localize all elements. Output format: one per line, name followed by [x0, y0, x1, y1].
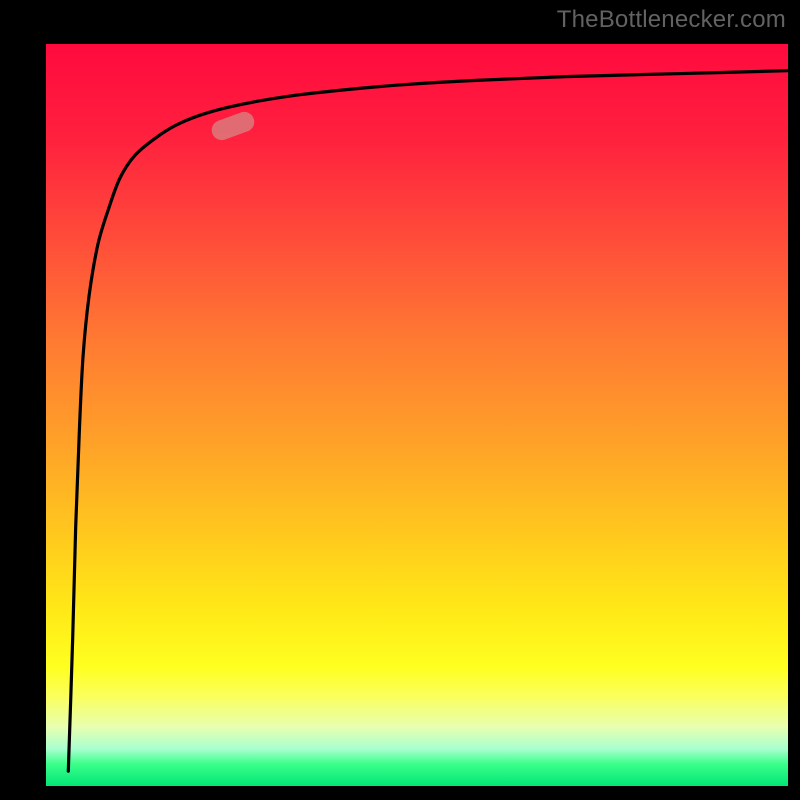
watermark-text: TheBottlenecker.com — [557, 6, 786, 34]
plot-area — [46, 44, 788, 786]
curve-path — [68, 71, 788, 772]
bottleneck-curve — [46, 44, 788, 786]
chart-stage: TheBottlenecker.com — [0, 0, 800, 800]
